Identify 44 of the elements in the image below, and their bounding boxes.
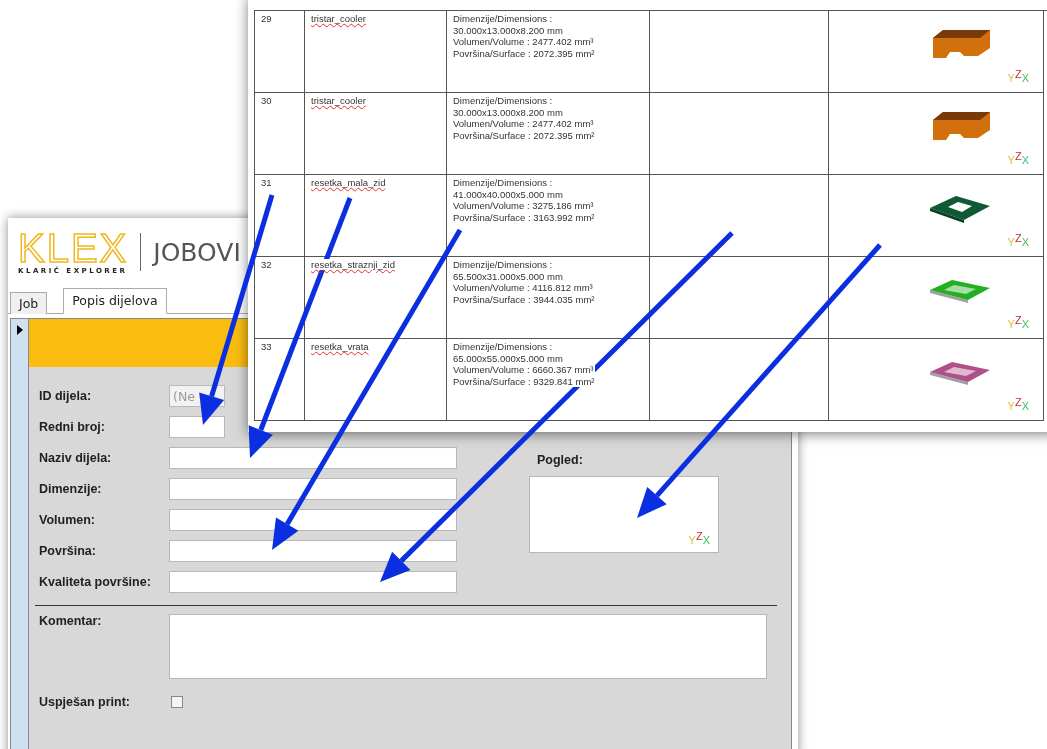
comment-field[interactable]	[169, 614, 767, 679]
part-details: Dimenzije/Dimensions : 30.000x13.000x8.200 mm Volumen/Volume : 2477.402 mm³ Površina/Surface : 2072.395 mm²	[453, 13, 595, 59]
field-label: Dimenzije:	[39, 482, 103, 496]
axis-gizmo-icon: YZX	[1007, 315, 1029, 330]
part-name: resetka_vrata	[311, 341, 369, 352]
field-label: ID dijela:	[39, 389, 93, 403]
axis-gizmo-icon: YZX	[1007, 233, 1029, 248]
part-name: tristar_cooler	[311, 13, 366, 24]
input-field[interactable]	[169, 509, 457, 531]
part-name: tristar_cooler	[311, 95, 366, 106]
row-number: 32	[261, 259, 272, 270]
field-label: Redni broj:	[39, 420, 106, 434]
checkbox[interactable]	[171, 696, 183, 708]
input-field[interactable]	[169, 571, 457, 593]
field-label: Naziv dijela:	[39, 451, 113, 465]
form-title: JOBOVI	[153, 237, 241, 267]
field-label: Površina:	[39, 544, 97, 558]
tab[interactable]: Popis dijelova	[63, 288, 167, 314]
part-details: Dimenzije/Dimensions : 41.000x40.000x5.000 mm Volumen/Volume : 3275.186 mm³ Površina/Surface : 3163.992 mm²	[453, 177, 595, 223]
row-number: 31	[261, 177, 272, 188]
row-number: 30	[261, 95, 272, 106]
row-number: 33	[261, 341, 272, 352]
axis-gizmo-icon: YZX	[1007, 69, 1029, 84]
part-name: resetka_straznji_zid	[311, 259, 395, 270]
field-label: Uspješan print:	[39, 695, 131, 709]
logo: KLEX	[18, 229, 129, 267]
axis-gizmo-icon: YZX	[1007, 397, 1029, 412]
record-pointer-icon	[16, 325, 23, 335]
part-details: Dimenzije/Dimensions : 30.000x13.000x8.200 mm Volumen/Volume : 2477.402 mm³ Površina/Surface : 2072.395 mm²	[453, 95, 595, 141]
field-label: Komentar:	[39, 614, 103, 628]
input-field[interactable]	[169, 540, 457, 562]
part-details: Dimenzije/Dimensions : 65.500x31.000x5.000 mm Volumen/Volume : 4116.812 mm³ Površina/Surface : 3944.035 mm²	[453, 259, 595, 305]
input-field[interactable]	[169, 478, 457, 500]
part-details: Dimenzije/Dimensions : 65.000x55.000x5.000 mm Volumen/Volume : 6660.367 mm³ Površina/Surface : 9329.841 mm²	[453, 341, 595, 387]
axis-gizmo-icon: YZX	[688, 531, 710, 546]
row-number: 29	[261, 13, 272, 24]
axis-gizmo-icon: YZX	[1007, 151, 1029, 166]
preview-label: Pogled:	[537, 453, 584, 467]
tab[interactable]: Job	[10, 292, 48, 314]
part-name: resetka_mala_zid	[311, 177, 386, 188]
field-label: Volumen:	[39, 513, 97, 527]
input-field[interactable]	[169, 416, 225, 438]
input-field[interactable]	[169, 447, 457, 469]
field-label: Kvaliteta površine:	[39, 575, 152, 589]
